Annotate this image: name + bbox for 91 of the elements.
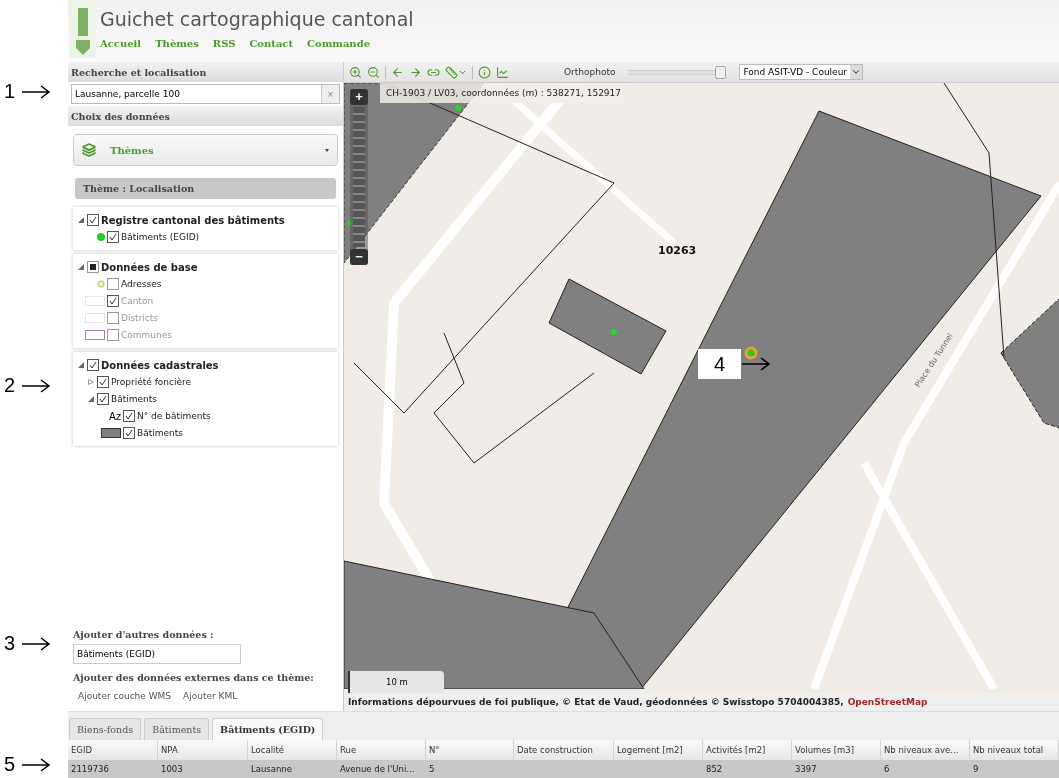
checkbox[interactable]: [87, 214, 99, 226]
chart-button[interactable]: [496, 65, 509, 79]
expanded-arrow-icon[interactable]: [78, 217, 84, 223]
chevron-icon: [851, 67, 862, 77]
layers-icon: [82, 143, 96, 157]
expanded-arrow-icon[interactable]: [78, 362, 84, 368]
arrow-icon: [21, 378, 52, 393]
table-cell: Avenue de l'Uni...: [337, 760, 426, 778]
layer-label: N° de bâtiments: [137, 411, 211, 421]
table-cell: Lausanne: [248, 760, 337, 778]
layer-label: Bâtiments: [137, 428, 183, 438]
parcel-label: 10263: [658, 244, 697, 257]
table-cell: 6: [881, 760, 970, 778]
table-cell: 1003: [158, 760, 248, 778]
checkbox[interactable]: [87, 359, 99, 371]
result-tab[interactable]: Bâtiments (EGID): [212, 718, 324, 740]
table-cell: 9: [970, 760, 1059, 778]
zoom-out-button[interactable]: −: [350, 249, 368, 265]
checkbox[interactable]: [107, 278, 119, 290]
group-label: Registre cantonal des bâtiments: [101, 214, 285, 226]
layer-label: Propriété foncière: [111, 377, 192, 387]
expanded-arrow-icon[interactable]: [88, 396, 94, 402]
add-link[interactable]: Ajouter couche WMS: [78, 691, 172, 701]
column-header[interactable]: N°: [426, 740, 514, 760]
table-cell: 5: [426, 760, 514, 778]
arrow-icon: [21, 636, 52, 651]
back-button[interactable]: [391, 65, 404, 79]
column-header[interactable]: Rue: [337, 740, 426, 760]
zoom-in-button[interactable]: [349, 65, 362, 79]
orthophoto-label: Orthophoto: [564, 67, 616, 77]
checkbox[interactable]: [123, 427, 135, 439]
layer-label: Bâtiments: [111, 394, 157, 404]
forward-button[interactable]: [409, 65, 422, 79]
arrow-icon: [21, 84, 52, 99]
column-header[interactable]: Activités [m2]: [703, 740, 792, 760]
section-heading: Ajouter des données externes dans ce thème:: [72, 672, 315, 683]
group-label: Données de base: [101, 261, 198, 273]
column-header[interactable]: Date construction: [514, 740, 614, 760]
arrow-icon: [21, 757, 52, 772]
layer-label: Canton: [121, 296, 154, 306]
callout-number: 2: [4, 374, 16, 397]
callout-number: 5: [4, 753, 16, 776]
search-field[interactable]: Lausanne, parcelle 100 ×: [71, 84, 340, 104]
location-marker[interactable]: [744, 346, 758, 360]
opacity-slider[interactable]: [628, 65, 723, 79]
column-header[interactable]: EGID: [68, 740, 158, 760]
panel-heading: Recherche et localisation: [68, 62, 343, 82]
checkbox[interactable]: [107, 231, 119, 243]
column-header[interactable]: Nb niveaux ave...: [881, 740, 970, 760]
info-button[interactable]: [478, 65, 491, 79]
callout-number: 3: [4, 632, 16, 655]
result-tab[interactable]: Biens-fonds: [69, 718, 142, 740]
logo-icon: [70, 0, 96, 58]
slider-thumb[interactable]: [714, 65, 726, 79]
callout-number: 1: [4, 80, 16, 103]
scale-bar: 10 m: [348, 671, 444, 693]
zoom-in-button[interactable]: +: [350, 89, 368, 105]
checkbox[interactable]: [97, 393, 109, 405]
app-title: Guichet cartographique cantonal: [100, 8, 414, 30]
arrow-icon: [741, 357, 771, 371]
column-header[interactable]: Logement [m2]: [614, 740, 703, 760]
legend-label: Az: [108, 410, 121, 422]
add-link[interactable]: Ajouter KML: [183, 691, 238, 701]
table-cell: 3397: [792, 760, 881, 778]
column-header[interactable]: Localité: [248, 740, 337, 760]
collapsed-arrow-icon[interactable]: [88, 379, 94, 385]
attribution-text: Informations dépourvues de foi publique, © Etat de Vaud, géodonnées © Swisstopo 5704004385,: [348, 697, 844, 707]
input-field[interactable]: Bâtiments (EGID): [73, 644, 241, 664]
group-label: Données cadastrales: [101, 359, 219, 371]
zoom-out-button[interactable]: [367, 65, 380, 79]
expanded-arrow-icon[interactable]: [78, 264, 84, 270]
attribution-link[interactable]: OpenStreetMap: [847, 697, 928, 707]
layer-label: Bâtiments (EGID): [121, 232, 200, 242]
panel-heading: Choix des données: [68, 106, 343, 126]
table-cell: 852: [703, 760, 792, 778]
callout-number: 4: [698, 349, 741, 379]
measure-button[interactable]: [445, 65, 467, 79]
layer-label: Adresses: [121, 279, 162, 289]
section-heading: Ajouter d'autres données :: [72, 629, 215, 640]
checkbox[interactable]: [97, 376, 109, 388]
caret-icon: [325, 148, 329, 152]
result-tab[interactable]: Bâtiments: [144, 718, 210, 740]
layer-label: Districts: [121, 313, 158, 323]
layer-label: Communes: [121, 330, 172, 340]
checkbox[interactable]: [123, 410, 135, 422]
column-header[interactable]: Volumes [m3]: [792, 740, 881, 760]
basemap-select[interactable]: Fond ASIT-VD - Couleur: [739, 64, 864, 80]
table-cell: 2119736: [68, 760, 158, 778]
column-header[interactable]: Nb niveaux total: [970, 740, 1059, 760]
theme-title: Thème : Localisation: [75, 178, 336, 199]
column-header[interactable]: NPA: [158, 740, 248, 760]
